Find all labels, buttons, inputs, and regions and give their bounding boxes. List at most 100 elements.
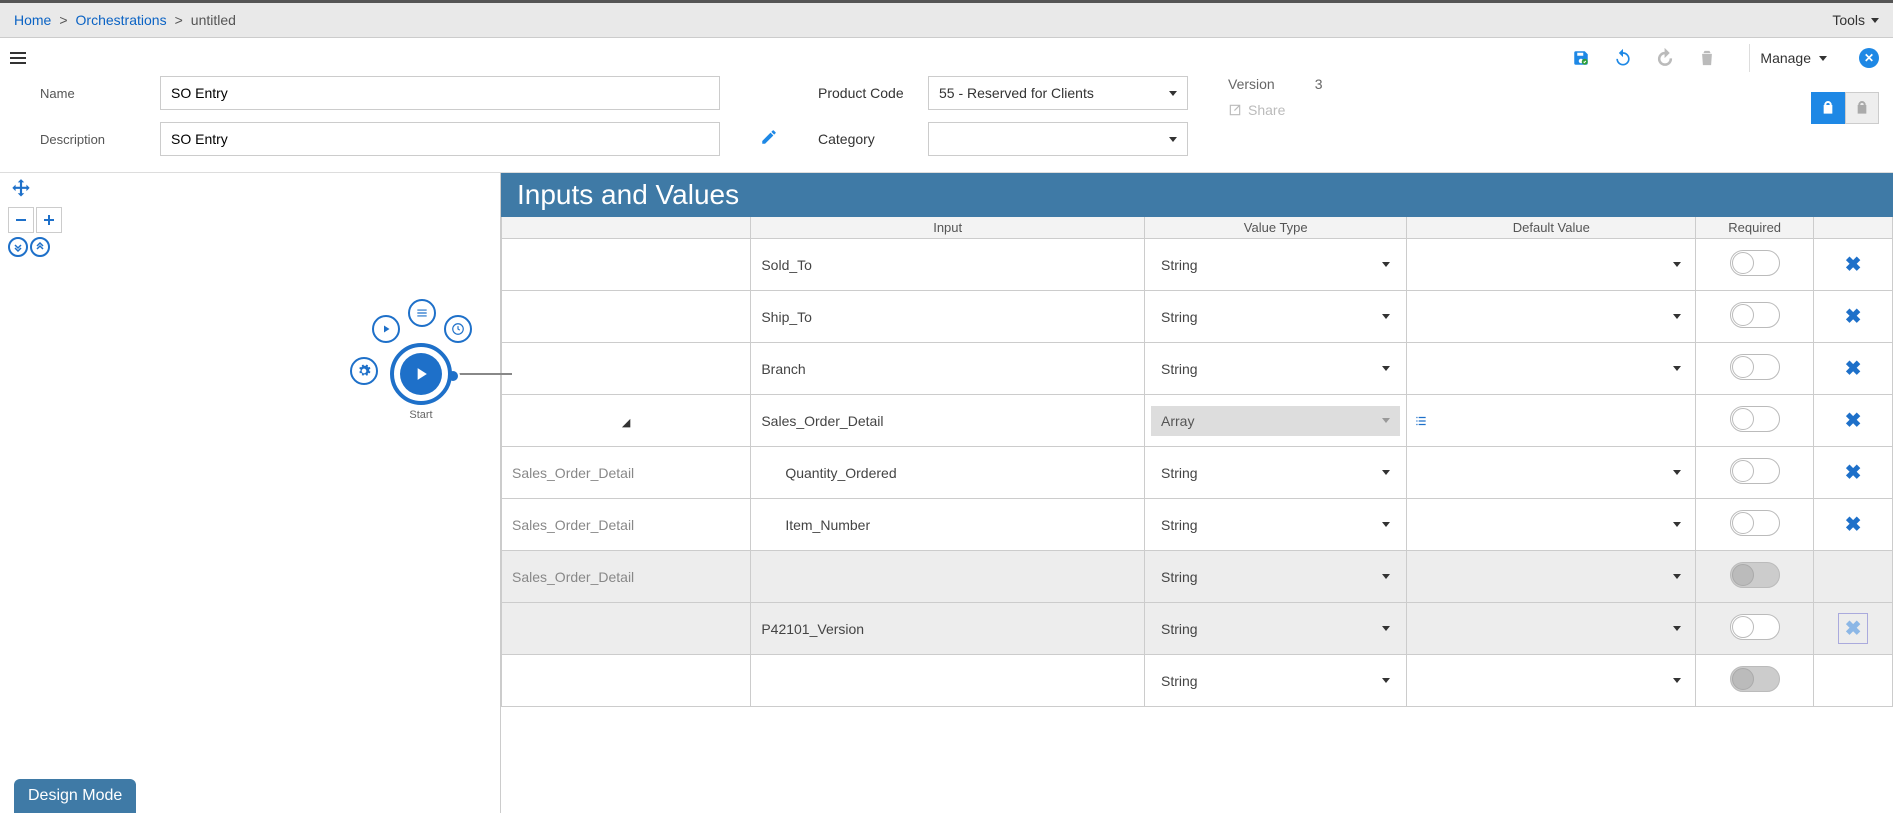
collapse-icon[interactable]: ◢ <box>622 417 630 429</box>
delete-row-icon[interactable]: ✖ <box>1838 613 1869 644</box>
share-button: Share <box>1228 102 1323 118</box>
input-cell[interactable]: Sales_Order_Detail <box>751 395 1145 447</box>
value-type-select[interactable]: String <box>1151 458 1400 488</box>
col-value-type: Value Type <box>1145 217 1407 239</box>
input-cell[interactable] <box>751 655 1145 707</box>
default-value-select[interactable] <box>1413 354 1689 384</box>
group-cell: Sales_Order_Detail <box>502 499 751 551</box>
value-type-select[interactable]: String <box>1151 562 1400 592</box>
input-cell[interactable]: Branch <box>751 343 1145 395</box>
default-value-select[interactable] <box>1413 666 1689 696</box>
value-type-select[interactable]: String <box>1151 302 1400 332</box>
table-row: Ship_ToString ✖ <box>502 291 1893 343</box>
manage-dropdown[interactable]: Manage <box>1749 44 1837 72</box>
required-toggle[interactable] <box>1730 510 1780 536</box>
design-canvas[interactable]: Start <box>0 173 500 813</box>
table-row: Sales_Order_DetailItem_NumberString ✖ <box>502 499 1893 551</box>
input-cell[interactable]: Item_Number <box>751 499 1145 551</box>
breadcrumb-home[interactable]: Home <box>14 12 51 28</box>
group-cell <box>502 655 751 707</box>
save-icon[interactable] <box>1571 48 1591 68</box>
value-type-select[interactable]: String <box>1151 614 1400 644</box>
breadcrumb-sep: > <box>175 12 183 28</box>
delete-row-icon[interactable]: ✖ <box>1845 306 1862 328</box>
required-toggle[interactable] <box>1730 406 1780 432</box>
unlock-button[interactable] <box>1811 92 1845 124</box>
inputs-table: Input Value Type Default Value Required … <box>501 217 1893 707</box>
start-node[interactable] <box>390 343 452 405</box>
col-required: Required <box>1696 217 1814 239</box>
table-row: P42101_VersionString ✖ <box>502 603 1893 655</box>
input-cell[interactable]: Sold_To <box>751 239 1145 291</box>
table-row: Sales_Order_DetailQuantity_OrderedString… <box>502 447 1893 499</box>
required-toggle <box>1730 562 1780 588</box>
value-type-select[interactable]: Array <box>1151 406 1400 436</box>
delete-row-icon[interactable]: ✖ <box>1845 254 1862 276</box>
value-type-select[interactable]: String <box>1151 250 1400 280</box>
required-toggle[interactable] <box>1730 458 1780 484</box>
connector-line <box>452 373 512 375</box>
default-value-select[interactable] <box>1413 250 1689 280</box>
default-value-select[interactable] <box>1413 614 1689 644</box>
gear-icon[interactable] <box>350 357 378 385</box>
lock-button[interactable] <box>1845 92 1879 124</box>
redo-icon <box>1655 48 1675 68</box>
input-cell[interactable]: P42101_Version <box>751 603 1145 655</box>
delete-row-icon[interactable]: ✖ <box>1845 358 1862 380</box>
close-button[interactable]: ✕ <box>1859 48 1879 68</box>
group-cell: Sales_Order_Detail <box>502 551 751 603</box>
delete-row-icon[interactable]: ✖ <box>1845 410 1862 432</box>
play-small-icon[interactable] <box>372 315 400 343</box>
tools-dropdown[interactable]: Tools <box>1832 12 1879 28</box>
category-select[interactable] <box>928 122 1188 156</box>
description-input[interactable] <box>160 122 720 156</box>
zoom-in-button[interactable] <box>36 207 62 233</box>
input-cell[interactable]: Ship_To <box>751 291 1145 343</box>
name-input[interactable] <box>160 76 720 110</box>
col-input: Input <box>751 217 1145 239</box>
delete-row-icon[interactable]: ✖ <box>1845 514 1862 536</box>
design-mode-button[interactable]: Design Mode <box>14 779 136 813</box>
group-cell: Sales_Order_Detail <box>502 447 751 499</box>
default-value-select[interactable] <box>1413 302 1689 332</box>
breadcrumb-orchestrations[interactable]: Orchestrations <box>76 12 167 28</box>
collapse-up-icon[interactable] <box>30 237 50 257</box>
table-row: BranchString ✖ <box>502 343 1893 395</box>
table-row: Sold_ToString ✖ <box>502 239 1893 291</box>
zoom-out-button[interactable] <box>8 207 34 233</box>
table-row: ◢ Sales_Order_DetailArray ✖ <box>502 395 1893 447</box>
required-toggle[interactable] <box>1730 302 1780 328</box>
required-toggle[interactable] <box>1730 354 1780 380</box>
hamburger-menu-icon[interactable] <box>0 46 36 70</box>
default-value-select[interactable] <box>1413 510 1689 540</box>
clock-icon[interactable] <box>444 315 472 343</box>
expand-down-icon[interactable] <box>8 237 28 257</box>
value-type-select[interactable]: String <box>1151 510 1400 540</box>
value-type-select[interactable]: String <box>1151 354 1400 384</box>
edit-icon[interactable] <box>760 128 778 146</box>
table-row: Sales_Order_Detail String <box>502 551 1893 603</box>
table-row: String <box>502 655 1893 707</box>
required-toggle[interactable] <box>1730 614 1780 640</box>
panel-title: Inputs and Values <box>501 173 1893 217</box>
product-code-select[interactable]: 55 - Reserved for Clients <box>928 76 1188 110</box>
input-cell[interactable]: Quantity_Ordered <box>751 447 1145 499</box>
default-value-select[interactable] <box>1413 458 1689 488</box>
array-list-icon[interactable] <box>1413 414 1689 428</box>
group-cell <box>502 291 751 343</box>
version-label: Version <box>1228 76 1275 92</box>
default-value-select[interactable] <box>1413 562 1689 592</box>
breadcrumb-current: untitled <box>191 12 236 28</box>
group-cell <box>502 343 751 395</box>
undo-icon[interactable] <box>1613 48 1633 68</box>
product-code-label: Product Code <box>818 85 918 101</box>
col-default: Default Value <box>1407 217 1696 239</box>
breadcrumb: Home > Orchestrations > untitled <box>14 12 236 28</box>
delete-row-icon[interactable]: ✖ <box>1845 462 1862 484</box>
list-icon[interactable] <box>408 299 436 327</box>
required-toggle[interactable] <box>1730 250 1780 276</box>
move-icon[interactable] <box>8 177 34 203</box>
value-type-select[interactable]: String <box>1151 666 1400 696</box>
input-cell[interactable] <box>751 551 1145 603</box>
description-label: Description <box>40 132 150 147</box>
